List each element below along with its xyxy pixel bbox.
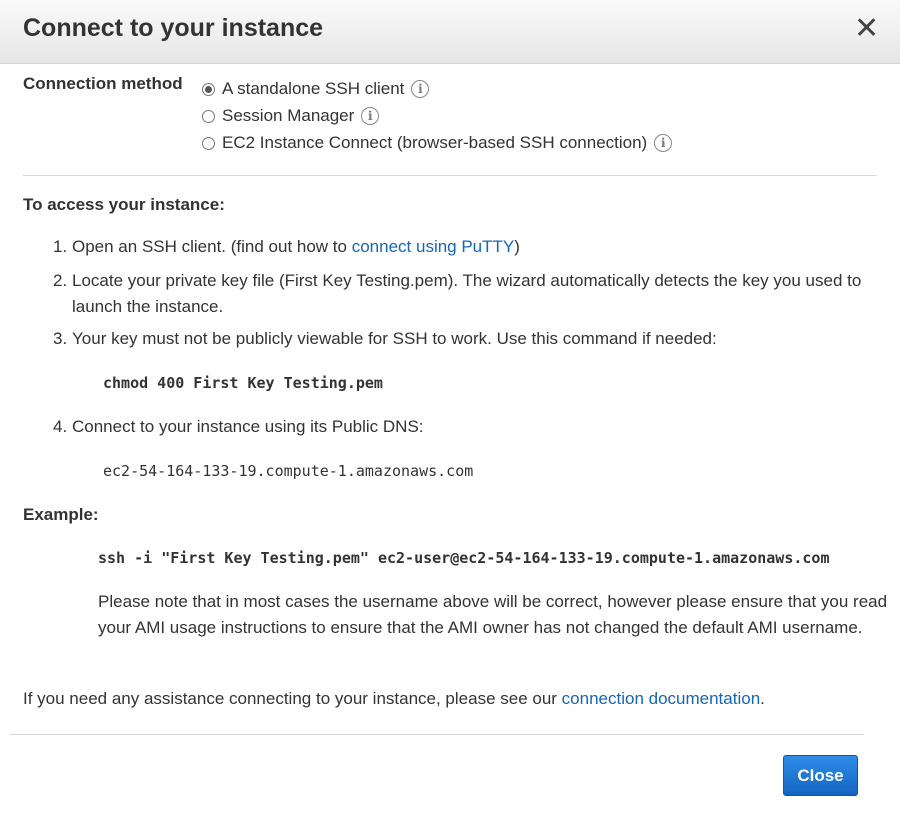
help-text-after: . — [760, 689, 765, 708]
dialog-header: Connect to your instance ✕ — [0, 0, 900, 64]
radio-standalone-ssh[interactable] — [202, 82, 215, 96]
option-label[interactable]: Session Manager — [222, 106, 354, 126]
step-number: 2. — [53, 271, 68, 290]
example-heading: Example: — [23, 505, 99, 524]
divider — [23, 175, 877, 176]
public-dns: ec2-54-164-133-19.compute-1.amazonaws.co… — [103, 462, 474, 480]
help-text-main: If you need any assistance connecting to… — [23, 689, 562, 708]
example-ssh-command: ssh -i "First Key Testing.pem" ec2-user@… — [98, 549, 830, 567]
step-number: 4. — [53, 417, 68, 436]
step-text: Connect to your instance using its Publi… — [72, 417, 424, 436]
close-button[interactable]: Close — [783, 755, 858, 796]
radio-session-manager[interactable] — [202, 109, 215, 123]
info-icon[interactable]: i — [411, 80, 430, 98]
step-2: 2. Locate your private key file (First K… — [53, 268, 873, 320]
step-number: 1. — [53, 237, 68, 256]
chmod-command: chmod 400 First Key Testing.pem — [103, 374, 383, 392]
option-label[interactable]: EC2 Instance Connect (browser-based SSH … — [222, 133, 647, 153]
access-heading: To access your instance: — [23, 195, 225, 214]
dialog-title: Connect to your instance — [23, 14, 324, 42]
step-3: 3. Your key must not be publicly viewabl… — [53, 326, 873, 352]
connection-method-label: Connection method — [23, 74, 183, 93]
example-note: Please note that in most cases the usern… — [98, 592, 888, 637]
option-session-manager[interactable]: Session Manager i — [202, 105, 380, 127]
step-1: 1. Open an SSH client. (find out how to … — [53, 234, 873, 260]
option-ec2-instance-connect[interactable]: EC2 Instance Connect (browser-based SSH … — [202, 132, 673, 154]
step-text: Locate your private key file (First Key … — [72, 271, 862, 316]
close-icon[interactable]: ✕ — [854, 14, 879, 44]
step-4: 4. Connect to your instance using its Pu… — [53, 414, 873, 440]
option-label[interactable]: A standalone SSH client — [222, 79, 404, 99]
putty-link[interactable]: connect using PuTTY — [352, 237, 515, 256]
option-standalone-ssh[interactable]: A standalone SSH client i — [202, 78, 430, 100]
step-number: 3. — [53, 329, 68, 348]
footer-divider — [10, 734, 864, 735]
help-text: If you need any assistance connecting to… — [23, 689, 765, 709]
step-text: Your key must not be publicly viewable f… — [72, 329, 717, 348]
info-icon[interactable]: i — [654, 134, 673, 152]
radio-ec2-instance-connect[interactable] — [202, 136, 215, 150]
connection-documentation-link[interactable]: connection documentation — [562, 689, 760, 708]
step-text: Open an SSH client. (find out how to — [72, 237, 352, 256]
info-icon[interactable]: i — [361, 107, 380, 125]
step-text-after: ) — [514, 237, 520, 256]
